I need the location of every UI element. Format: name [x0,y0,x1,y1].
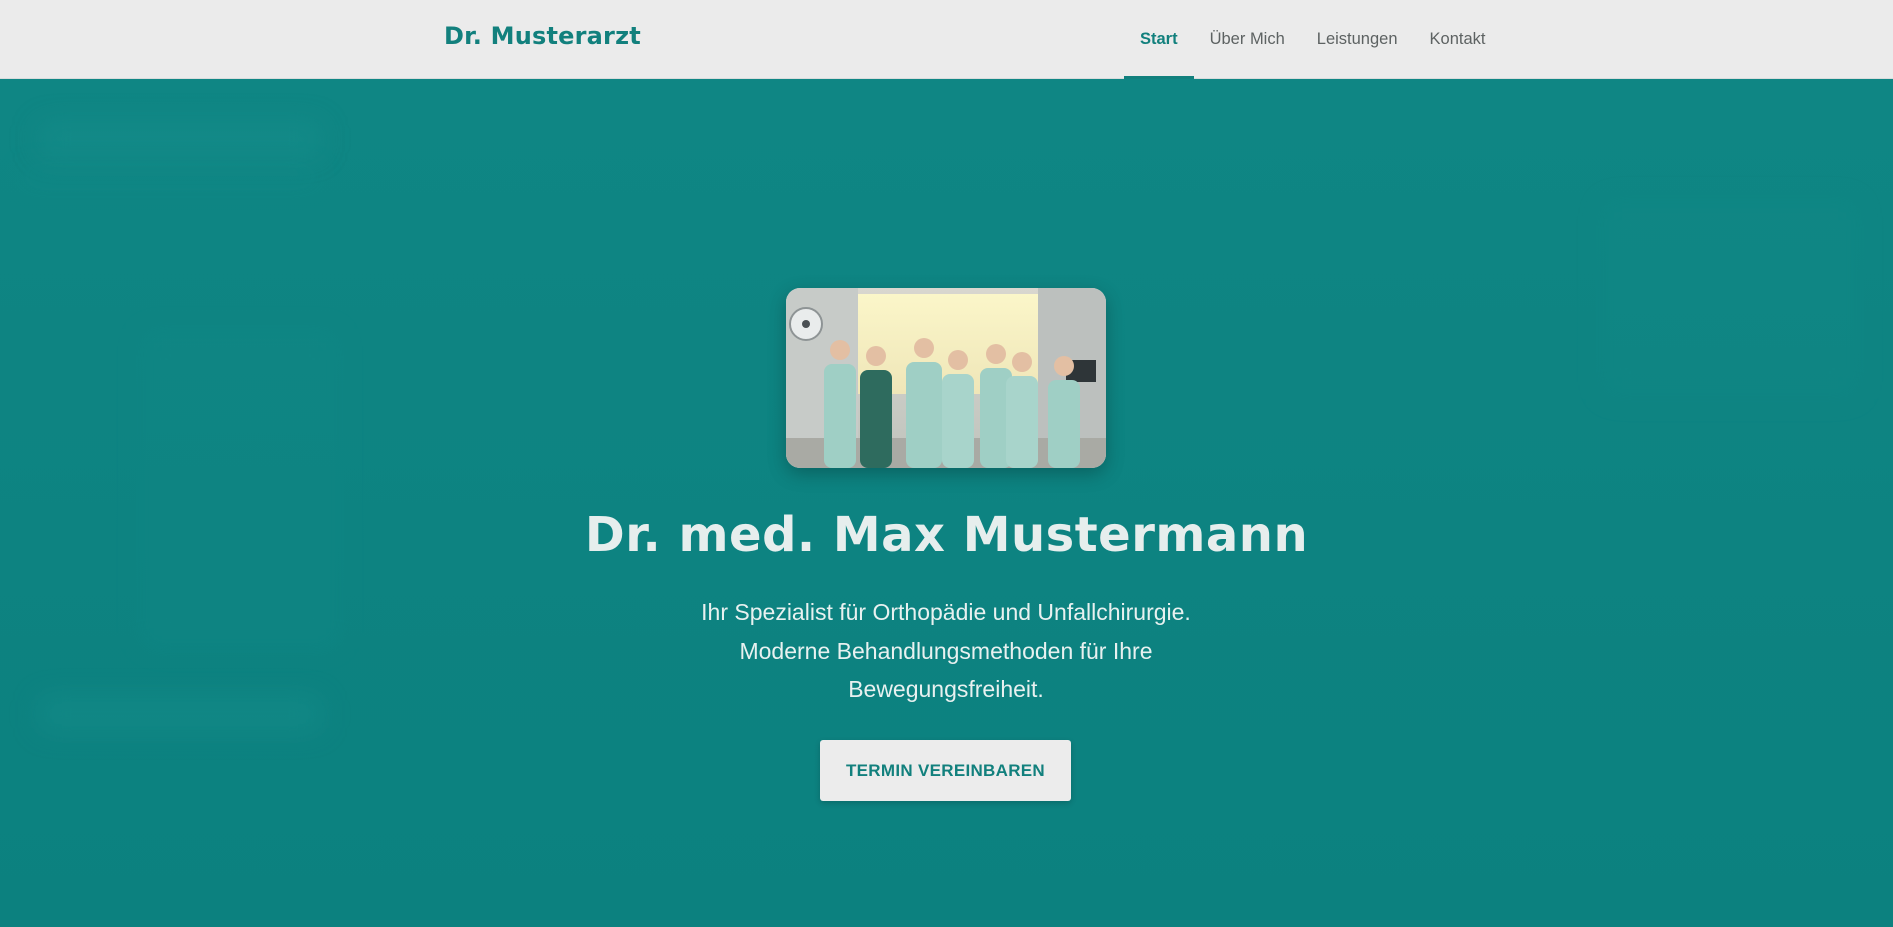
nav-item-leistungen[interactable]: Leistungen [1301,0,1414,79]
book-appointment-button[interactable]: TERMIN VEREINBAREN [820,740,1071,801]
background-blur [40,699,320,729]
hero-subtitle: Ihr Spezialist für Orthopädie und Unfall… [646,593,1246,709]
background-blur [1600,199,1860,399]
team-photo-illustration [786,288,1106,468]
subtitle-line: Ihr Spezialist für Orthopädie und Unfall… [701,599,1191,625]
nav-item-start[interactable]: Start [1124,0,1194,79]
subtitle-line: Bewegungsfreiheit. [848,676,1044,702]
main-nav: Start Über Mich Leistungen Kontakt [1124,0,1502,79]
background-blur [40,124,320,154]
nav-item-kontakt[interactable]: Kontakt [1414,0,1502,79]
background-blur [140,329,340,649]
doctor-name-heading: Dr. med. Max Mustermann [584,507,1309,563]
site-header: Dr. Musterarzt Start Über Mich Leistunge… [0,0,1893,79]
hero-section: Dr. med. Max Mustermann Ihr Spezialist f… [0,79,1893,927]
nav-item-ueber-mich[interactable]: Über Mich [1194,0,1301,79]
subtitle-line: Moderne Behandlungsmethoden für Ihre [739,637,1153,664]
background-blur [20,169,320,183]
site-logo[interactable]: Dr. Musterarzt [444,22,641,50]
team-photo [786,288,1106,468]
